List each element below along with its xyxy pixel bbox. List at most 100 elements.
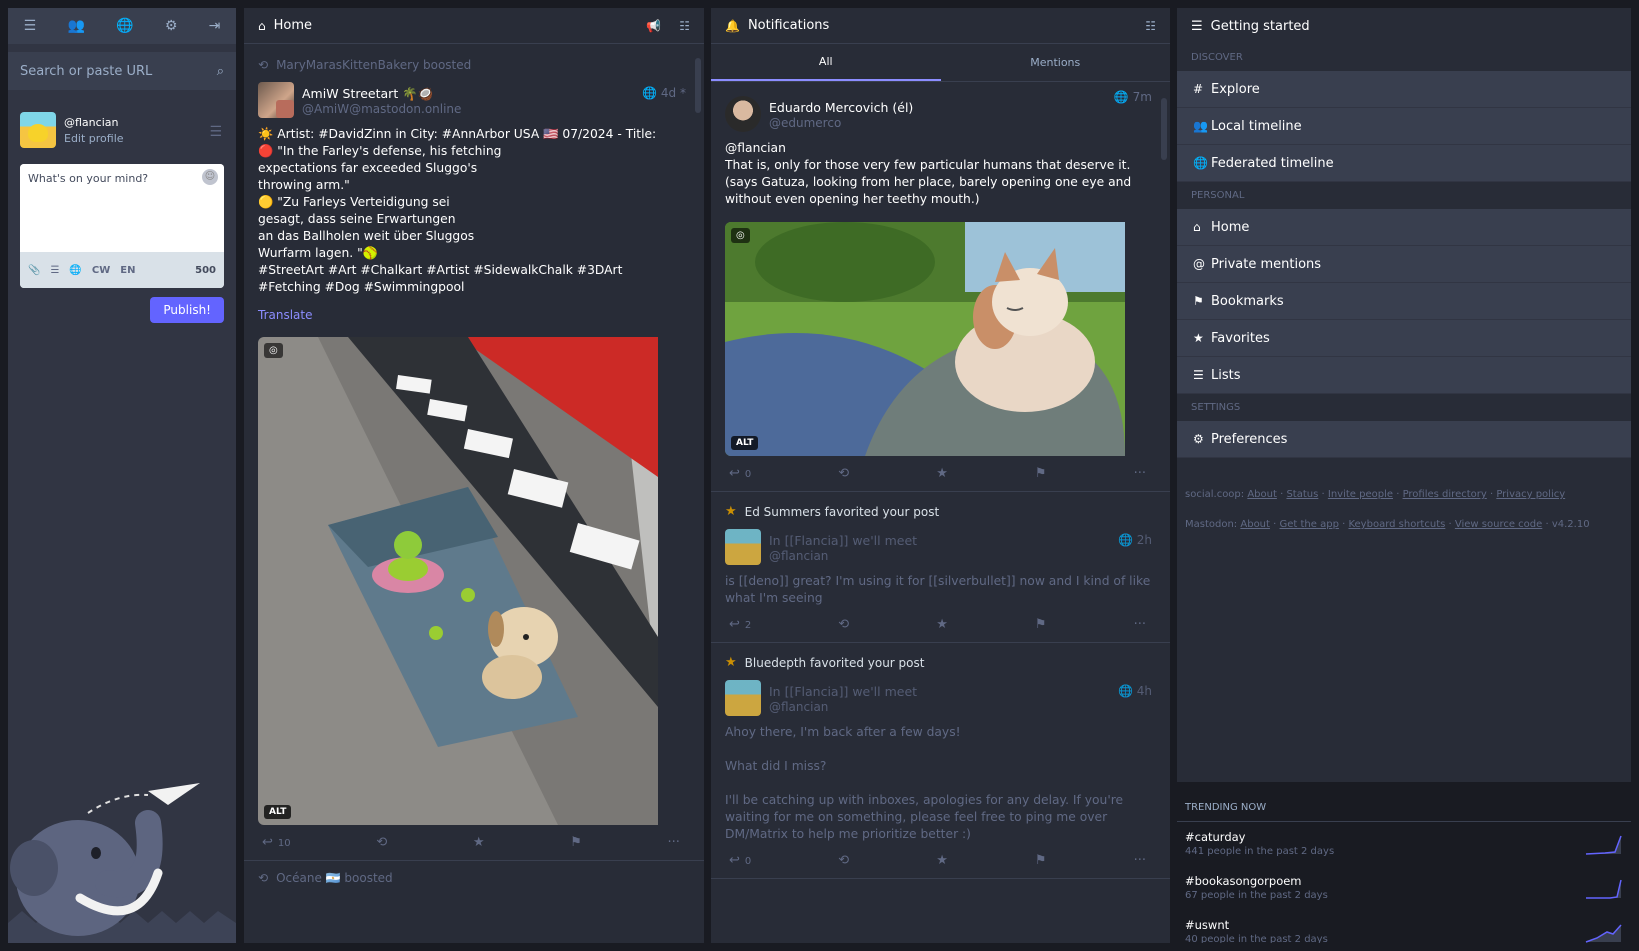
favorite-button[interactable]: ★ [936, 617, 948, 632]
nav-preferences[interactable]: ⚙ Preferences [1177, 421, 1631, 458]
favorite-button[interactable]: ★ [473, 835, 485, 850]
nav-federated-timeline[interactable]: 🌐 Federated timeline [1177, 145, 1631, 182]
bookmark-button[interactable]: ⚑ [1035, 617, 1047, 632]
boost-label[interactable]: MaryMarasKittenBakery boosted [276, 58, 471, 72]
status-author[interactable]: Eduardo Mercovich (él) @edumerco 🌐 7m [725, 90, 1156, 132]
status-timestamp[interactable]: 🌐 2h [1118, 533, 1152, 547]
edit-profile-link[interactable]: Edit profile [64, 132, 124, 145]
link-get-the-app[interactable]: Get the app [1280, 519, 1339, 530]
translate-link[interactable]: Translate [258, 308, 313, 322]
link-privacy-policy[interactable]: Privacy policy [1496, 489, 1565, 500]
logout-icon[interactable]: ⇥ [209, 18, 221, 34]
tab-mentions[interactable]: Mentions [941, 44, 1171, 81]
link-status[interactable]: Status [1286, 489, 1318, 500]
column-settings-icon[interactable]: ☷ [679, 19, 690, 33]
people-icon[interactable]: 👥 [67, 18, 84, 34]
compose-textarea[interactable] [20, 164, 224, 248]
gear-icon[interactable]: ⚙ [165, 18, 178, 34]
boost-button[interactable]: ⟲ [838, 853, 849, 868]
favorite-button[interactable]: ★ [936, 853, 948, 868]
bookmark-button[interactable]: ⚑ [1035, 466, 1047, 481]
bookmark-button[interactable]: ⚑ [570, 835, 582, 850]
avatar[interactable] [725, 96, 761, 132]
status-timestamp[interactable]: 🌐 4d * [642, 86, 686, 100]
more-options-button[interactable]: ··· [1134, 466, 1146, 481]
reply-button[interactable]: ↩ 10 [262, 835, 291, 850]
reply-button[interactable]: ↩ 0 [729, 466, 751, 481]
display-name: AmiW Streetart 🌴🥥 [302, 85, 434, 101]
publish-button[interactable]: Publish! [150, 297, 224, 323]
trend-item[interactable]: #uswnt 40 people in the past 2 days [1177, 910, 1631, 943]
nav-local-timeline[interactable]: 👥 Local timeline [1177, 108, 1631, 145]
favorite-text[interactable]: Bluedepth favorited your post [745, 656, 925, 670]
hamburger-icon[interactable]: ☰ [209, 124, 222, 140]
media-attachment[interactable]: ◎ ALT [725, 222, 1156, 456]
status-author[interactable]: In [[Flancia]] we'll meet @flancian 🌐 2h [725, 529, 1156, 565]
trend-item[interactable]: #caturday 441 people in the past 2 days [1177, 822, 1631, 866]
status-post: In [[Flancia]] we'll meet @flancian 🌐 4h… [711, 676, 1170, 878]
account-handle: @edumerco [769, 115, 842, 130]
boost-button[interactable]: ⟲ [376, 835, 387, 850]
avatar[interactable] [20, 112, 56, 148]
nav-private-mentions[interactable]: @ Private mentions [1177, 246, 1631, 283]
status-content: is [[deno]] great? I'm using it for [[si… [725, 573, 1156, 607]
favorite-label: ★ Ed Summers favorited your post [711, 492, 1170, 525]
poll-icon[interactable]: ☰ [50, 265, 59, 276]
nav-bookmarks[interactable]: ⚑ Bookmarks [1177, 283, 1631, 320]
globe-icon[interactable]: 🌐 [116, 18, 133, 34]
avatar[interactable] [725, 680, 761, 716]
link-about[interactable]: About [1247, 489, 1277, 500]
announcements-icon[interactable]: 📢 [646, 19, 661, 33]
language-selector[interactable]: EN [120, 265, 135, 276]
media-attachment[interactable]: ◎ ALT [258, 337, 690, 825]
menu-icon[interactable]: ☰ [24, 18, 37, 34]
boost-label[interactable]: Océane 🇦🇷 boosted [276, 871, 393, 885]
user-handle[interactable]: @flancian [64, 116, 124, 129]
boost-button[interactable]: ⟲ [838, 617, 849, 632]
attach-icon[interactable]: 📎 [28, 265, 40, 276]
status-timestamp[interactable]: 🌐 7m [1114, 90, 1152, 104]
status-timestamp[interactable]: 🌐 4h [1118, 684, 1152, 698]
notifications-title: Notifications [747, 18, 830, 33]
menu-icon: ☰ [1191, 18, 1203, 34]
boost-button[interactable]: ⟲ [838, 466, 849, 481]
more-options-button[interactable]: ··· [1134, 853, 1146, 868]
status-content: @flancian That is, only for those very f… [725, 140, 1156, 208]
reply-button[interactable]: ↩ 2 [729, 617, 751, 632]
status-author[interactable]: AmiW Streetart 🌴🥥 @AmiW@mastodon.online … [258, 82, 690, 118]
visibility-globe-icon[interactable]: 🌐 [69, 265, 81, 276]
link-keyboard-shortcuts[interactable]: Keyboard shortcuts [1348, 519, 1445, 530]
link-invite-people[interactable]: Invite people [1328, 489, 1393, 500]
link-profiles-directory[interactable]: Profiles directory [1403, 489, 1487, 500]
trend-item[interactable]: #bookasongorpoem 67 people in the past 2… [1177, 866, 1631, 910]
hide-media-icon[interactable]: ◎ [264, 343, 283, 358]
hide-media-icon[interactable]: ◎ [731, 228, 750, 243]
more-options-button[interactable]: ··· [668, 835, 680, 850]
nav-home[interactable]: ⌂ Home [1177, 209, 1631, 246]
nav-label: Home [1211, 219, 1250, 235]
alt-badge[interactable]: ALT [731, 436, 759, 450]
column-settings-icon[interactable]: ☷ [1145, 19, 1156, 33]
bookmark-icon: ⚑ [1193, 294, 1204, 308]
reply-button[interactable]: ↩ 0 [729, 853, 751, 868]
notifications-column-header[interactable]: 🔔 Notifications ☷ [711, 8, 1170, 44]
nav-explore[interactable]: # Explore [1177, 71, 1631, 108]
bookmark-button[interactable]: ⚑ [1035, 853, 1047, 868]
link-about-mastodon[interactable]: About [1240, 519, 1270, 530]
avatar[interactable] [725, 529, 761, 565]
tab-all[interactable]: All [711, 44, 941, 81]
favorite-text[interactable]: Ed Summers favorited your post [745, 505, 940, 519]
link-view-source-code[interactable]: View source code [1455, 519, 1542, 530]
status-author[interactable]: In [[Flancia]] we'll meet @flancian 🌐 4h [725, 680, 1156, 716]
emoji-picker-icon[interactable]: ☺ [202, 169, 218, 185]
more-options-button[interactable]: ··· [1134, 617, 1146, 632]
nav-favorites[interactable]: ★ Favorites [1177, 320, 1631, 357]
alt-badge[interactable]: ALT [264, 805, 292, 819]
search-icon[interactable]: ⌕ [217, 64, 224, 79]
avatar[interactable] [258, 82, 294, 118]
search-input[interactable] [20, 63, 200, 79]
home-column-header[interactable]: ⌂ Home 📢 ☷ [244, 8, 704, 44]
cw-toggle[interactable]: CW [92, 265, 110, 276]
nav-lists[interactable]: ☰ Lists [1177, 357, 1631, 394]
favorite-button[interactable]: ★ [936, 466, 948, 481]
